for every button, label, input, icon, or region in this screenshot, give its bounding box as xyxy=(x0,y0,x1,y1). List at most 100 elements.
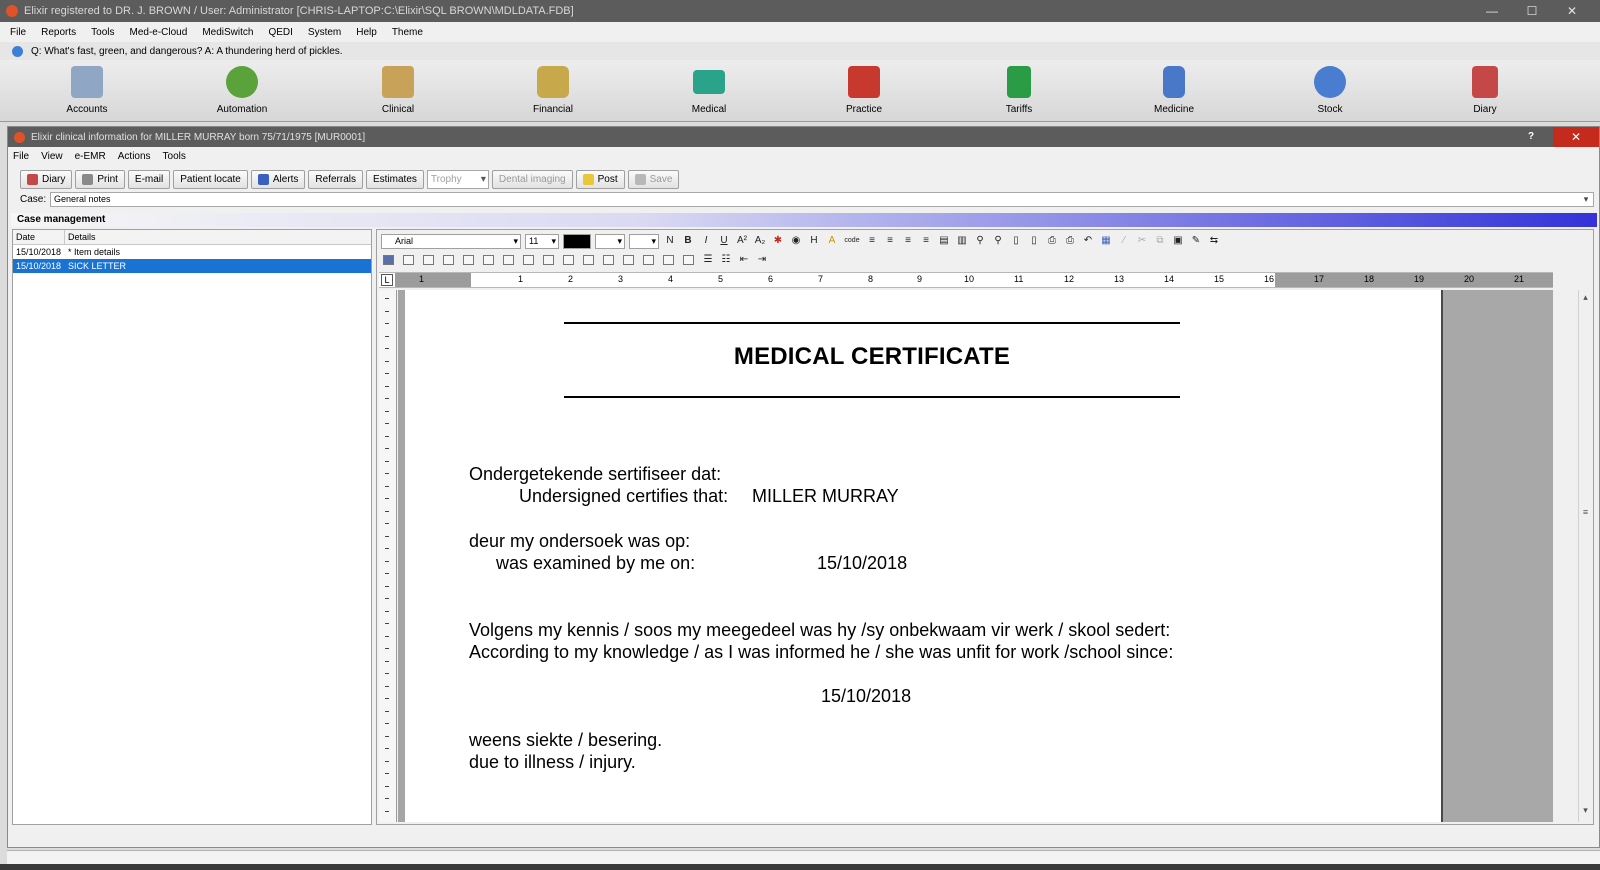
column-date[interactable]: Date xyxy=(13,230,65,244)
dental-imaging-button[interactable]: Dental imaging xyxy=(491,169,573,189)
cut-icon[interactable]: ✂ xyxy=(1135,234,1149,248)
column-details[interactable]: Details xyxy=(65,230,96,244)
clinical-menu-view[interactable]: View xyxy=(41,151,63,162)
font-size-select[interactable]: 11 xyxy=(525,233,559,249)
medicine-button[interactable]: Medicine xyxy=(1124,64,1224,120)
save-button[interactable]: Save xyxy=(627,169,680,189)
cell-properties-icon[interactable] xyxy=(683,255,694,265)
diary-button[interactable]: Diary xyxy=(1435,64,1535,120)
menu-help[interactable]: Help xyxy=(356,27,377,38)
close-clinical-button[interactable]: ✕ xyxy=(1553,127,1599,147)
delete-table-icon[interactable] xyxy=(543,255,554,265)
patient-locate-button[interactable]: Patient locate xyxy=(173,169,248,189)
strikethrough-icon[interactable]: ✱ xyxy=(771,234,785,248)
delete-row-icon[interactable] xyxy=(503,255,514,265)
table-borders-icon[interactable] xyxy=(623,255,634,265)
estimates-button[interactable]: Estimates xyxy=(366,169,424,189)
tariffs-button[interactable]: Tariffs xyxy=(969,64,1069,120)
referrals-button[interactable]: Referrals xyxy=(308,169,363,189)
insert-table-icon[interactable] xyxy=(383,255,394,265)
post-button[interactable]: Post xyxy=(575,169,625,189)
menu-mediswitch[interactable]: MediSwitch xyxy=(202,27,253,38)
merge-cells-icon[interactable] xyxy=(563,255,574,265)
accounts-button[interactable]: Accounts xyxy=(37,64,137,120)
select-table-icon[interactable] xyxy=(603,255,614,265)
menu-system[interactable]: System xyxy=(308,27,341,38)
hidden-text-icon[interactable]: H xyxy=(807,234,821,248)
menu-med-e-cloud[interactable]: Med-e-Cloud xyxy=(130,27,188,38)
alerts-button[interactable]: Alerts xyxy=(250,169,306,189)
page-icon[interactable]: ▤ xyxy=(937,234,951,248)
zoom-out-icon[interactable]: ⚲ xyxy=(991,234,1005,248)
table-grid-lines-icon[interactable] xyxy=(643,255,654,265)
scroll-up-icon[interactable]: ▴ xyxy=(1579,292,1592,303)
copy-icon[interactable]: ⧉ xyxy=(1153,234,1167,248)
zoom-in-icon[interactable]: ⚲ xyxy=(973,234,987,248)
insert-row-below-icon[interactable] xyxy=(443,255,454,265)
superscript-icon[interactable]: A² xyxy=(735,234,749,248)
clinical-menu-tools[interactable]: Tools xyxy=(163,151,186,162)
frame-select[interactable] xyxy=(629,233,659,249)
undo-icon[interactable]: ↶ xyxy=(1081,234,1095,248)
page-setup-icon[interactable]: ▯ xyxy=(1009,234,1023,248)
decrease-indent-icon[interactable]: ⇤ xyxy=(737,253,751,267)
table-grid-icon[interactable] xyxy=(403,255,414,265)
automation-button[interactable]: Automation xyxy=(192,64,292,120)
email-button[interactable]: E-mail xyxy=(127,169,171,189)
case-list-row[interactable]: 15/10/2018 * Item details xyxy=(13,245,371,259)
align-right-icon[interactable]: ≡ xyxy=(919,234,933,248)
page-view-icon[interactable]: ▥ xyxy=(955,234,969,248)
print-icon[interactable]: ⎙ xyxy=(1045,234,1059,248)
align-justify-icon[interactable]: ≡ xyxy=(901,234,915,248)
menu-theme[interactable]: Theme xyxy=(392,27,423,38)
clinical-button[interactable]: Clinical xyxy=(348,64,448,120)
underline-icon[interactable]: U xyxy=(717,234,731,248)
clinical-menu-file[interactable]: File xyxy=(13,151,29,162)
maximize-button[interactable]: ☐ xyxy=(1512,4,1552,18)
help-button[interactable]: ? xyxy=(1511,127,1551,147)
font-color-select[interactable] xyxy=(563,233,591,249)
insert-field-icon[interactable]: ✎ xyxy=(1189,234,1203,248)
menu-tools[interactable]: Tools xyxy=(91,27,114,38)
scroll-thumb-grip-icon[interactable]: ≡ xyxy=(1579,507,1592,517)
insert-column-left-icon[interactable] xyxy=(463,255,474,265)
menu-qedi[interactable]: QEDI xyxy=(268,27,292,38)
increase-indent-icon[interactable]: ⇥ xyxy=(755,253,769,267)
practice-button[interactable]: Practice xyxy=(814,64,914,120)
close-button[interactable]: ✕ xyxy=(1552,4,1592,18)
financial-button[interactable]: Financial xyxy=(503,64,603,120)
menu-file[interactable]: File xyxy=(10,27,26,38)
case-select[interactable]: General notes ▾ xyxy=(50,191,1594,207)
delete-column-icon[interactable] xyxy=(523,255,534,265)
medical-button[interactable]: Medical xyxy=(659,64,759,120)
insert-column-right-icon[interactable] xyxy=(483,255,494,265)
insert-row-above-icon[interactable] xyxy=(423,255,434,265)
page-break-icon[interactable]: ▯ xyxy=(1027,234,1041,248)
font-name-select[interactable]: Arial xyxy=(381,233,521,249)
hyperlink-icon[interactable]: ◉ xyxy=(789,234,803,248)
stock-button[interactable]: Stock xyxy=(1280,64,1380,120)
print-button[interactable]: Print xyxy=(75,169,125,189)
document-page[interactable]: MEDICAL CERTIFICATE Ondergetekende serti… xyxy=(398,290,1441,822)
table-properties-icon[interactable] xyxy=(663,255,674,265)
italic-icon[interactable]: I xyxy=(699,234,713,248)
format-painter-icon[interactable]: ⁄ xyxy=(1117,234,1131,248)
spellcheck-icon[interactable]: ▦ xyxy=(1099,234,1113,248)
diary-toolbar-button[interactable]: Diary xyxy=(20,169,73,189)
case-list-row-selected[interactable]: 15/10/2018 SICK LETTER xyxy=(13,259,371,273)
numbered-list-icon[interactable]: ☷ xyxy=(719,253,733,267)
subscript-icon[interactable]: A₂ xyxy=(753,234,767,248)
print-preview-icon[interactable]: ⎙ xyxy=(1063,234,1077,248)
code-icon[interactable]: code xyxy=(843,234,861,248)
bullet-list-icon[interactable]: ☰ xyxy=(701,253,715,267)
horizontal-ruler[interactable]: L 1 1 2 3 4 5 6 7 8 9 10 11 12 13 14 15 … xyxy=(379,272,1553,288)
vertical-ruler[interactable] xyxy=(379,290,397,822)
highlight-icon[interactable]: A xyxy=(825,234,839,248)
minimize-button[interactable]: — xyxy=(1472,4,1512,18)
paste-icon[interactable]: ▣ xyxy=(1171,234,1185,248)
tab-stop-icon[interactable]: L xyxy=(381,274,393,286)
scroll-down-icon[interactable]: ▾ xyxy=(1579,805,1592,816)
clinical-menu-actions[interactable]: Actions xyxy=(118,151,151,162)
clinical-menu-e-emr[interactable]: e-EMR xyxy=(75,151,106,162)
bold-icon[interactable]: B xyxy=(681,234,695,248)
